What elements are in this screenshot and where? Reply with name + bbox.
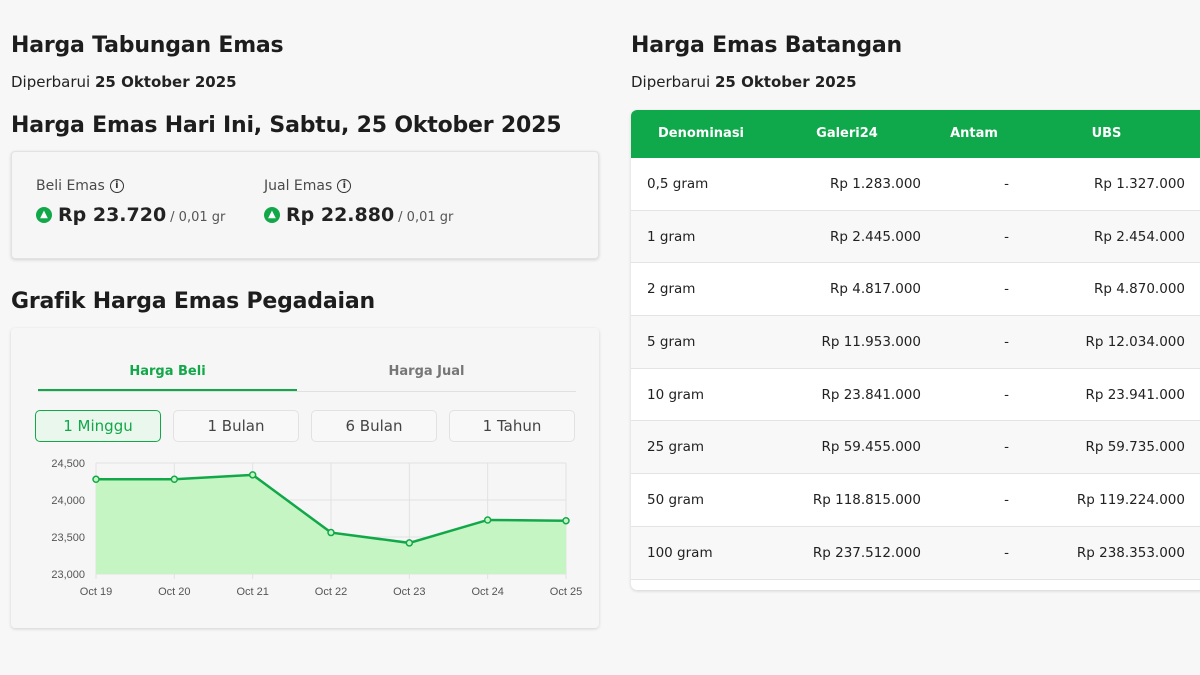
- jual-label: Jual Emas: [264, 178, 333, 194]
- updated-date: 25 Oktober 2025: [94, 73, 237, 91]
- table-row: 2 gram Rp 4.817.000 - Rp 4.870.000: [631, 263, 1200, 317]
- table-row: 25 gram Rp 59.455.000 - Rp 59.735.000: [631, 421, 1200, 475]
- price-chart: 23,000 23,500 24,000 24,500 Oct 19 Oct 20 Oct …: [51, 458, 582, 598]
- table-body: 0,5 gram Rp 1.283.000 - Rp 1.327.000 1 gram R…: [631, 158, 1200, 580]
- table-cell: Rp 4.817.000: [830, 281, 921, 298]
- header-denominasi: Denominasi: [658, 126, 745, 141]
- beli-block: Beli Emas i ▲ Rp 23.720 / 0,01 gr: [36, 178, 225, 226]
- table-cell: Rp 118.815.000: [812, 492, 921, 509]
- table-cell: -: [1004, 544, 1009, 561]
- data-point: [327, 528, 335, 537]
- x-tick-label: Oct 20: [158, 586, 190, 598]
- header-ubs: UBS: [1091, 126, 1122, 141]
- table-cell: -: [1004, 176, 1009, 192]
- data-point: [170, 475, 179, 484]
- range-1-minggu-button[interactable]: 1 Minggu: [35, 410, 161, 442]
- up-arrow-icon: ▲: [36, 207, 52, 223]
- updated-info: Diperbarui 25 Oktober 2025: [11, 73, 237, 91]
- up-arrow-icon: ▲: [264, 207, 280, 223]
- x-tick-label: Oct 25: [550, 586, 582, 598]
- updated-date: 25 Oktober 2025: [714, 73, 857, 91]
- table-cell: -: [1004, 281, 1009, 298]
- info-icon[interactable]: i: [337, 179, 352, 193]
- table-cell: Rp 23.941.000: [1085, 386, 1185, 403]
- table-cell: Rp 1.327.000: [1094, 176, 1185, 192]
- header-antam: Antam: [950, 126, 998, 141]
- table-cell: -: [1004, 439, 1009, 456]
- jual-price: Rp 22.880: [286, 204, 395, 226]
- updated-prefix: Diperbarui: [631, 73, 711, 91]
- table-cell: Rp 237.512.000: [812, 544, 921, 561]
- table-cell: Rp 238.353.000: [1076, 544, 1185, 561]
- x-tick-label: Oct 19: [80, 586, 112, 598]
- table-cell: 5 gram: [647, 334, 696, 351]
- table-cell: 0,5 gram: [647, 176, 709, 192]
- tab-harga-beli[interactable]: Harga Beli: [38, 352, 297, 391]
- jual-block: Jual Emas i ▲ Rp 22.880 / 0,01 gr: [264, 178, 453, 226]
- range-selector: 1 Minggu 1 Bulan 6 Bulan 1 Tahun: [35, 410, 577, 442]
- table-cell: Rp 2.454.000: [1094, 228, 1185, 245]
- table-cell: -: [1004, 386, 1009, 403]
- y-tick-label: 24,500: [51, 458, 85, 470]
- table-cell: 100 gram: [647, 544, 713, 561]
- price-card: Beli Emas i ▲ Rp 23.720 / 0,01 gr Jual E…: [11, 151, 599, 259]
- updated-info-right: Diperbarui 25 Oktober 2025: [631, 73, 857, 91]
- table-header: Denominasi Galeri24 Antam UBS: [631, 110, 1200, 158]
- chart-card: Harga Beli Harga Jual 1 Minggu 1 Bulan 6…: [11, 328, 599, 628]
- table-row: 100 gram Rp 237.512.000 - Rp 238.353.000: [631, 526, 1200, 580]
- y-tick-label: 24,000: [51, 495, 85, 507]
- tab-harga-jual[interactable]: Harga Jual: [297, 352, 556, 391]
- beli-price: Rp 23.720: [58, 204, 167, 226]
- beli-label: Beli Emas: [36, 178, 105, 194]
- batangan-title: Harga Emas Batangan: [631, 33, 903, 58]
- table-cell: Rp 4.870.000: [1094, 281, 1185, 298]
- chart-tabs: Harga Beli Harga Jual: [38, 352, 576, 392]
- x-tick-label: Oct 21: [236, 586, 268, 598]
- table-cell: Rp 23.841.000: [821, 386, 921, 403]
- jual-unit: / 0,01 gr: [398, 210, 454, 225]
- chart-title: Grafik Harga Emas Pegadaian: [11, 289, 375, 314]
- table-row: 10 gram Rp 23.841.000 - Rp 23.941.000: [631, 369, 1200, 422]
- data-point: [405, 539, 414, 547]
- table-cell: -: [1004, 334, 1009, 351]
- table-cell: 10 gram: [647, 386, 705, 403]
- beli-unit: / 0,01 gr: [170, 210, 226, 225]
- y-tick-label: 23,000: [51, 569, 85, 581]
- range-1-bulan-button[interactable]: 1 Bulan: [173, 410, 299, 442]
- table-cell: 50 gram: [647, 492, 705, 509]
- header-galeri24: Galeri24: [816, 126, 878, 141]
- table-cell: Rp 119.224.000: [1076, 492, 1185, 509]
- y-tick-label: 23,500: [51, 532, 85, 544]
- table-row: 50 gram Rp 118.815.000 - Rp 119.224.000: [631, 474, 1200, 527]
- table-cell: Rp 59.735.000: [1085, 439, 1185, 456]
- table-cell: Rp 11.953.000: [821, 334, 921, 351]
- table-cell: Rp 1.283.000: [830, 176, 921, 192]
- table-cell: -: [1004, 228, 1009, 245]
- today-price-title: Harga Emas Hari Ini, Sabtu, 25 Oktober 2…: [11, 113, 562, 138]
- table-cell: Rp 12.034.000: [1085, 334, 1185, 351]
- x-tick-label: Oct 23: [393, 586, 425, 598]
- table-cell: 2 gram: [647, 281, 696, 298]
- table-cell: 1 gram: [647, 228, 696, 245]
- data-point: [562, 516, 570, 525]
- x-tick-label: Oct 22: [315, 586, 347, 598]
- data-point: [92, 475, 100, 484]
- tabungan-title: Harga Tabungan Emas: [11, 33, 284, 58]
- data-point: [483, 516, 492, 524]
- table-row: 1 gram Rp 2.445.000 - Rp 2.454.000: [631, 210, 1200, 264]
- table-row: 0,5 gram Rp 1.283.000 - Rp 1.327.000: [631, 158, 1200, 211]
- table-row: 5 gram Rp 11.953.000 - Rp 12.034.000: [631, 316, 1200, 369]
- range-1-tahun-button[interactable]: 1 Tahun: [449, 410, 575, 442]
- updated-prefix: Diperbarui: [11, 73, 91, 91]
- table-cell: -: [1004, 492, 1009, 509]
- range-6-bulan-button[interactable]: 6 Bulan: [311, 410, 437, 442]
- price-table: Denominasi Galeri24 Antam UBS 0,5 gram Rp…: [631, 110, 1200, 590]
- x-tick-label: Oct 24: [471, 586, 503, 598]
- table-cell: Rp 59.455.000: [821, 439, 921, 456]
- data-point: [248, 471, 257, 479]
- table-cell: Rp 2.445.000: [830, 228, 921, 245]
- table-cell: 25 gram: [647, 439, 705, 456]
- info-icon[interactable]: i: [109, 179, 124, 193]
